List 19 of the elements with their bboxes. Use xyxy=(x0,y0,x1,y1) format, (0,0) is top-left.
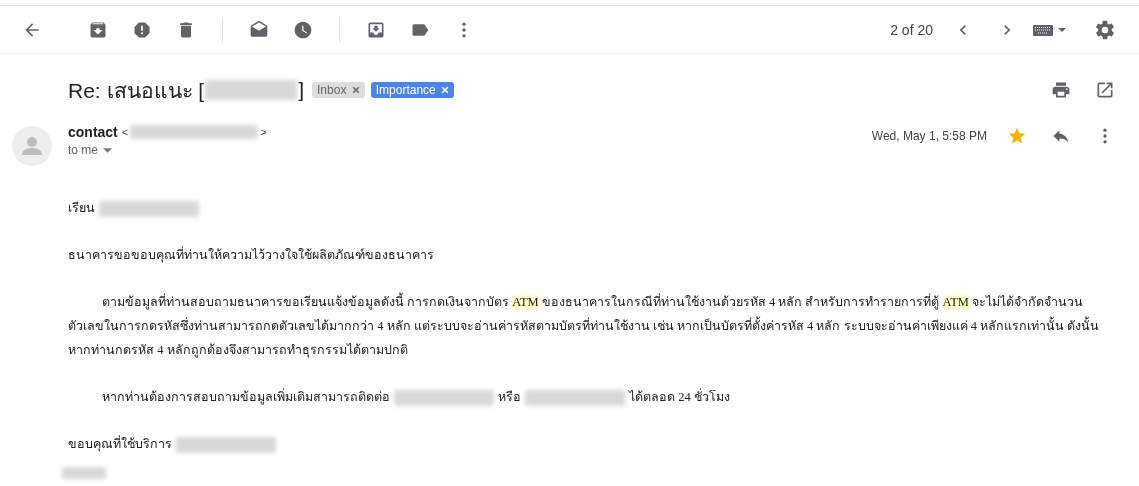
redacted-text xyxy=(62,467,106,479)
body-paragraph: ธนาคารขอขอบคุณที่ท่านให้ความไว้วางใจใช้ผลิตภัณฑ์ของธนาคาร xyxy=(68,245,435,265)
body-paragraph: ขอบคุณที่ใช้บริการ xyxy=(68,432,1115,456)
close-icon[interactable] xyxy=(351,86,360,94)
caret-icon xyxy=(103,147,112,153)
body-paragraph: หากท่านต้องการสอบถามข้อมูลเพิ่มเติมสามารถติดต่อ หรือ ได้ตลอด 24 ชั่วโมง xyxy=(68,385,1115,409)
subject-bracket: ] xyxy=(298,78,305,102)
body-paragraph: ตามข้อมูลที่ท่านสอบถามธนาคารขอเรียนแจ้งข้อมูลดังนี้ การกดเงินจากบัตร ATM ของธนาคารในกรณีที่ท่านใช้งานด้วยรหัส 4 หลัก สำหรับการทำรายการที่ตู้ ATM จะไม่ได้จำกัดจำนวนตัวเลขในการกดรหัสซึ่งท่านสามารถกดตัวเลขได้มากกว่า 4 หลัก แต่ระบบจะอ่านค่ารหัสตามบัตรที่ท่านใช้งาน เช่น หากเป็นบัตรที่ตั้งค่ารหัส 4 หลัก ระบบจะอ่านค่าเพียงแค่ 4 หลักแรกเท่านั้น ดังนั้นหากท่านกดรหัส 4 หลักถูกต้องจึงสามารถทำธุรกรรมได้ตามปกติ xyxy=(68,290,1115,362)
angle-bracket: > xyxy=(260,126,267,138)
avatar-icon xyxy=(12,126,52,166)
recipient-dropdown[interactable]: to me xyxy=(68,143,112,157)
pagination-text: 2 of 20 xyxy=(890,21,933,38)
message-date: Wed, May 1, 5:58 PM xyxy=(871,129,987,143)
label-chip[interactable]: Inbox xyxy=(312,82,365,98)
label-chip[interactable]: Importance xyxy=(370,82,455,98)
body-paragraph: เรียน xyxy=(68,196,1115,220)
angle-bracket: < xyxy=(121,126,129,138)
sender-name: contact xyxy=(68,124,118,140)
subject-text: Re: เสนอแนะ [ xyxy=(68,77,205,104)
